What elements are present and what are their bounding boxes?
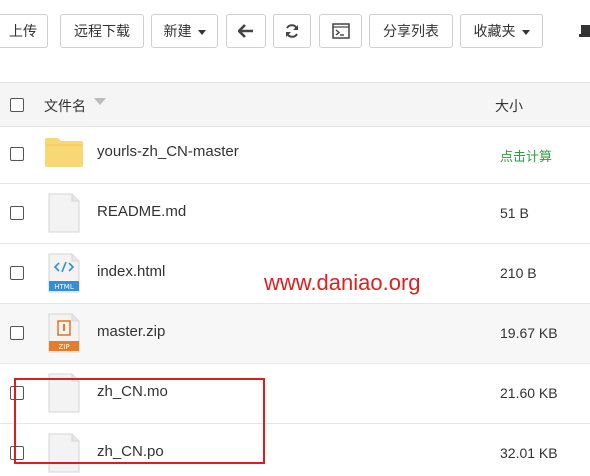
share-list-button[interactable]: 分享列表 bbox=[369, 14, 453, 48]
file-manager-page: 上传 远程下载 新建 分享列表 收藏夹 文件名 大小 yourls-zh_CN-… bbox=[0, 0, 590, 476]
favorites-dropdown-button[interactable]: 收藏夹 bbox=[460, 14, 543, 48]
file-name-link[interactable]: master.zip bbox=[97, 323, 165, 340]
row-checkbox[interactable] bbox=[10, 147, 24, 161]
upload-button[interactable]: 上传 bbox=[0, 14, 48, 48]
folder-icon bbox=[45, 138, 83, 167]
terminal-button[interactable] bbox=[319, 14, 362, 48]
edge-toolbar-icon[interactable] bbox=[579, 22, 590, 38]
file-size: 19.67 KB bbox=[500, 325, 558, 341]
calculate-size-link[interactable]: 点击计算 bbox=[500, 146, 552, 165]
sort-caret-icon[interactable] bbox=[94, 98, 106, 105]
watermark-text: www.daniao.org bbox=[264, 270, 421, 295]
table-row[interactable]: yourls-zh_CN-master 点击计算 bbox=[0, 127, 590, 184]
table-row[interactable]: ZIP master.zip 19.67 KB bbox=[0, 304, 590, 364]
new-dropdown-button[interactable]: 新建 bbox=[151, 14, 218, 48]
row-checkbox[interactable] bbox=[10, 206, 24, 220]
file-size: 51 B bbox=[500, 205, 529, 221]
file-table-header: 文件名 大小 bbox=[0, 82, 590, 127]
zip-file-icon: ZIP bbox=[48, 313, 80, 353]
file-name-link[interactable]: yourls-zh_CN-master bbox=[97, 143, 239, 160]
new-button-label: 新建 bbox=[163, 24, 192, 40]
refresh-button[interactable] bbox=[273, 14, 311, 48]
refresh-icon bbox=[286, 24, 298, 38]
file-name-link[interactable]: index.html bbox=[97, 263, 165, 280]
upload-button-label: 上传 bbox=[9, 24, 37, 40]
table-row[interactable]: README.md 51 B bbox=[0, 184, 590, 244]
chevron-down-icon bbox=[197, 29, 206, 35]
column-header-size[interactable]: 大小 bbox=[495, 96, 523, 116]
favorites-button-label: 收藏夹 bbox=[473, 24, 516, 40]
select-all-checkbox[interactable] bbox=[10, 98, 24, 112]
file-icon bbox=[48, 193, 80, 233]
row-checkbox[interactable] bbox=[10, 326, 24, 340]
terminal-icon bbox=[331, 23, 350, 39]
remote-download-button-label: 远程下载 bbox=[74, 24, 130, 40]
file-name-link[interactable]: README.md bbox=[97, 203, 186, 220]
back-button[interactable] bbox=[226, 14, 266, 48]
column-header-name[interactable]: 文件名 bbox=[44, 96, 86, 116]
share-list-button-label: 分享列表 bbox=[383, 24, 439, 40]
arrow-left-icon bbox=[238, 24, 253, 38]
svg-text:HTML: HTML bbox=[54, 283, 74, 291]
highlight-annotation-box bbox=[14, 378, 265, 464]
row-checkbox[interactable] bbox=[10, 266, 24, 280]
chevron-down-icon bbox=[521, 29, 530, 35]
toolbar: 上传 远程下载 新建 分享列表 收藏夹 bbox=[0, 0, 590, 64]
remote-download-button[interactable]: 远程下载 bbox=[60, 14, 144, 48]
file-size: 32.01 KB bbox=[500, 445, 558, 461]
file-size: 210 B bbox=[500, 265, 537, 281]
file-size: 21.60 KB bbox=[500, 385, 558, 401]
svg-text:ZIP: ZIP bbox=[58, 343, 69, 351]
html-file-icon: HTML bbox=[48, 253, 80, 293]
